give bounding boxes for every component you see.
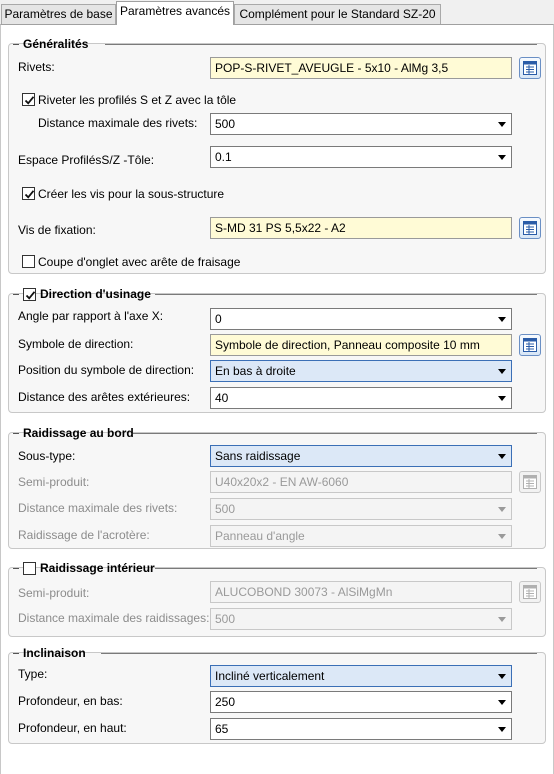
tab-complement-standard-sz20[interactable]: Complément pour le Standard SZ-20 <box>234 4 441 25</box>
rivets-field[interactable]: POP-S-RIVET_AVEUGLE - 5x10 - AlMg 3,5 <box>210 57 512 79</box>
group-raidissage-bord: Raidissage au bord Sous-type: Sans raidi… <box>8 426 546 549</box>
distance-rivets-bord-label: Distance maximale des rivets: <box>18 501 178 515</box>
chevron-down-icon <box>498 369 506 374</box>
checkmark-icon <box>25 290 36 300</box>
distance-raidissages-label: Distance maximale des raidissages: <box>18 611 210 625</box>
distance-rivets-select[interactable]: 500 <box>210 113 512 135</box>
distance-raidissages-select: 500 <box>210 608 512 630</box>
direction-checkbox[interactable] <box>23 287 36 301</box>
chevron-down-icon <box>498 396 506 401</box>
tab-parametres-avances[interactable]: Paramètres avancés <box>116 1 234 25</box>
distance-rivets-label: Distance maximale des rivets: <box>38 116 198 130</box>
catalog-icon <box>523 585 537 599</box>
soustype-label: Sous-type: <box>18 449 76 463</box>
vis-catalog-button[interactable] <box>519 217 541 239</box>
chevron-down-icon <box>498 122 506 127</box>
group-title-generalites: Généralités <box>13 37 88 51</box>
soustype-select[interactable]: Sans raidissage <box>210 445 512 467</box>
angle-select[interactable]: 0 <box>210 308 512 330</box>
catalog-icon <box>523 475 537 489</box>
position-label: Position du symbole de direction: <box>18 363 195 377</box>
position-select[interactable]: En bas à droite <box>210 360 512 382</box>
type-select[interactable]: Incliné verticalement <box>210 665 512 687</box>
raidissage-interieur-checkbox[interactable] <box>23 561 36 575</box>
semi-produit-bord-field: U40x20x2 - EN AW-6060 <box>210 471 512 493</box>
creer-vis-label: Créer les vis pour la sous-structure <box>38 187 225 201</box>
semi-produit-bord-label: Semi-produit: <box>18 475 90 489</box>
type-label: Type: <box>18 667 48 681</box>
checkmark-icon <box>24 96 35 105</box>
vis-fixation-label: Vis de fixation: <box>18 223 96 237</box>
group-title-raidissage-interieur: Raidissage intérieur <box>13 561 155 575</box>
chevron-down-icon <box>498 534 506 539</box>
espace-select[interactable]: 0.1 <box>210 146 512 168</box>
catalog-icon <box>523 221 537 235</box>
vis-fixation-field[interactable]: S-MD 31 PS 5,5x22 - A2 <box>210 217 512 239</box>
semi-produit-interieur-catalog-button <box>519 581 541 603</box>
chevron-down-icon <box>498 454 506 459</box>
profondeur-bas-select[interactable]: 250 <box>210 691 512 713</box>
group-direction-usinage: Direction d'usinage Angle par rapport à … <box>8 287 546 413</box>
acrotere-label: Raidissage de l'acrotère: <box>18 528 150 542</box>
semi-produit-bord-catalog-button <box>519 471 541 493</box>
semi-produit-interieur-label: Semi-produit: <box>18 586 90 600</box>
profondeur-haut-label: Profondeur, en haut: <box>18 721 127 735</box>
coupe-onglet-checkbox[interactable] <box>22 255 35 268</box>
catalog-icon <box>523 61 537 75</box>
catalog-icon <box>523 338 537 352</box>
symbole-label: Symbole de direction: <box>18 337 134 351</box>
group-raidissage-interieur: Raidissage intérieur Semi-produit: ALUCO… <box>8 561 546 637</box>
chevron-down-icon <box>498 155 506 160</box>
chevron-down-icon <box>498 317 506 322</box>
profondeur-haut-select[interactable]: 65 <box>210 718 512 740</box>
chevron-down-icon <box>498 617 506 622</box>
chevron-down-icon <box>498 507 506 512</box>
chevron-down-icon <box>498 674 506 679</box>
tab-parametres-de-base[interactable]: Paramètres de base <box>1 4 116 25</box>
profondeur-bas-label: Profondeur, en bas: <box>18 694 123 708</box>
espace-label: Espace ProfilésS/Z -Tôle: <box>18 153 155 167</box>
riveter-checkbox[interactable] <box>22 93 35 106</box>
rivets-label: Rivets: <box>18 60 55 74</box>
rivets-catalog-button[interactable] <box>519 57 541 79</box>
distance-aretes-label: Distance des arêtes extérieures: <box>18 390 191 404</box>
angle-label: Angle par rapport à l'axe X: <box>18 309 164 323</box>
coupe-onglet-label: Coupe d'onglet avec arête de fraisage <box>38 255 241 269</box>
tab-bar: Paramètres de base Paramètres avancés Co… <box>0 0 554 25</box>
group-title-raidissage-bord: Raidissage au bord <box>13 426 134 440</box>
symbole-catalog-button[interactable] <box>519 334 541 356</box>
group-inclinaison: Inclinaison Type: Incliné verticalement … <box>8 646 546 744</box>
acrotere-select: Panneau d'angle <box>210 525 512 547</box>
group-generalites: Généralités Rivets: POP-S-RIVET_AVEUGLE … <box>8 37 546 274</box>
chevron-down-icon <box>498 700 506 705</box>
checkmark-icon <box>24 190 35 199</box>
chevron-down-icon <box>498 727 506 732</box>
group-title-direction: Direction d'usinage <box>13 287 151 301</box>
creer-vis-checkbox[interactable] <box>22 187 35 200</box>
semi-produit-interieur-field: ALUCOBOND 30073 - AlSiMgMn <box>210 581 512 603</box>
group-title-inclinaison: Inclinaison <box>13 646 86 660</box>
distance-rivets-bord-select: 500 <box>210 498 512 520</box>
distance-aretes-select[interactable]: 40 <box>210 387 512 409</box>
riveter-label: Riveter les profilés S et Z avec la tôle <box>38 93 237 107</box>
symbole-field[interactable]: Symbole de direction, Panneau composite … <box>210 334 512 356</box>
